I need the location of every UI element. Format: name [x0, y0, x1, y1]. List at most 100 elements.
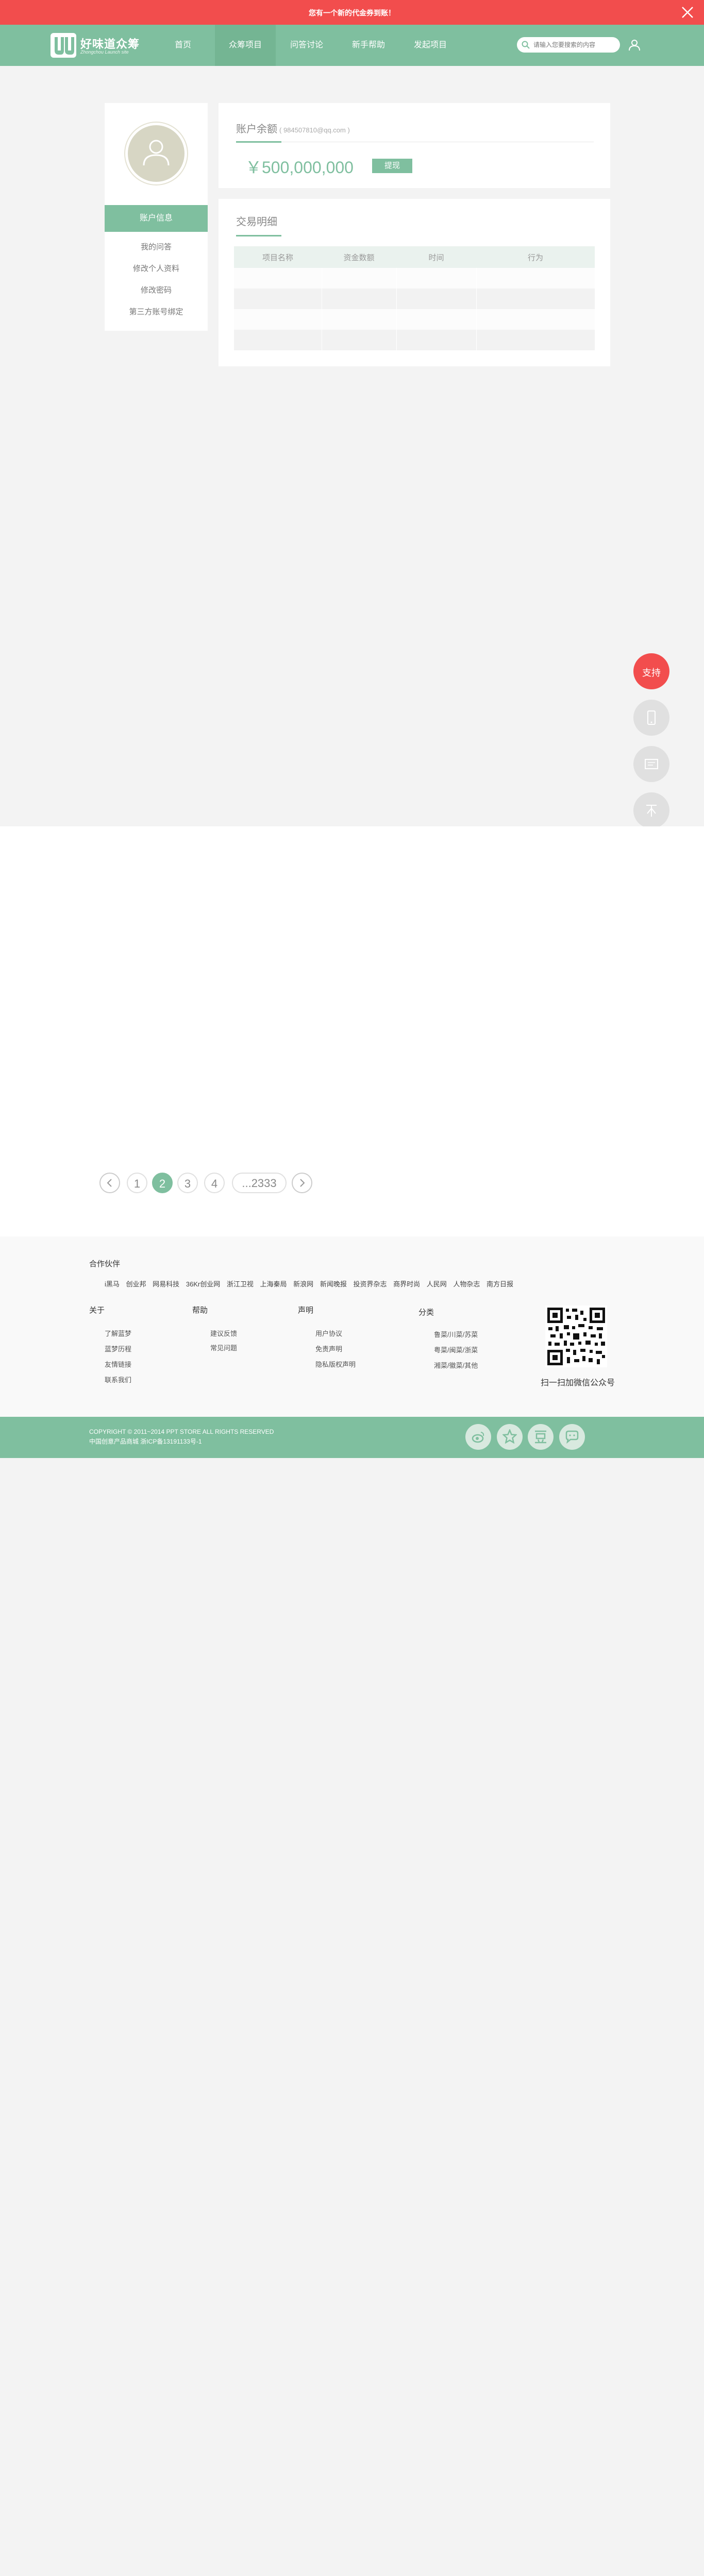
column-header: 时间: [396, 246, 476, 268]
table-cell: [322, 330, 397, 350]
partner-link[interactable]: 上海秦局: [260, 1280, 287, 1288]
nav-projects[interactable]: 众筹项目: [215, 25, 276, 66]
nav-qa[interactable]: 问答讨论: [276, 25, 337, 66]
column-header: 资金数额: [322, 246, 396, 268]
footer-link[interactable]: 免责声明: [315, 1344, 342, 1353]
footer-link[interactable]: 粤菜/闽菜/浙菜: [434, 1345, 478, 1354]
column-header: 行为: [476, 246, 595, 268]
phone-icon: [647, 710, 656, 725]
footer-link[interactable]: 隐私版权声明: [315, 1359, 356, 1369]
nav-launch[interactable]: 发起项目: [400, 25, 461, 66]
logo-mark-icon: [51, 33, 76, 58]
partner-link[interactable]: 商界时尚: [393, 1280, 420, 1288]
partner-link[interactable]: 人物杂志: [453, 1280, 480, 1288]
table-row: [234, 289, 595, 309]
partner-link[interactable]: i黑马: [105, 1280, 120, 1288]
table-cell: [234, 289, 322, 309]
partner-link[interactable]: 浙江卫视: [227, 1280, 254, 1288]
table-row: [234, 309, 595, 330]
next-page-button[interactable]: [292, 1173, 312, 1193]
nav-help[interactable]: 新手帮助: [338, 25, 399, 66]
partner-link[interactable]: 投资界杂志: [353, 1280, 387, 1288]
user-icon[interactable]: [628, 38, 641, 52]
partner-link[interactable]: 人民网: [427, 1280, 447, 1288]
banner-text: 您有一个新的代金券到账！: [309, 9, 395, 17]
title-underline: [236, 141, 281, 143]
page-2-current[interactable]: 2: [152, 1173, 173, 1193]
mobile-button[interactable]: [633, 700, 669, 736]
search-input[interactable]: [532, 40, 615, 50]
footer-link[interactable]: 建议反馈: [210, 1328, 237, 1338]
renren-glyph: [565, 1430, 579, 1444]
partners-title: 合作伙伴: [89, 1260, 121, 1268]
table-cell: [396, 330, 477, 350]
page-4[interactable]: 4: [204, 1173, 225, 1193]
search-box: [517, 37, 620, 53]
chevron-right-icon: [300, 1179, 305, 1187]
partner-link[interactable]: 创业邦: [126, 1280, 146, 1288]
footer-link[interactable]: 湘菜/徽菜/其他: [434, 1360, 478, 1370]
footer-col-about: 关于: [89, 1306, 105, 1315]
partner-link[interactable]: 南方日报: [487, 1280, 513, 1288]
footer-link[interactable]: 友情链接: [105, 1359, 131, 1369]
back-to-top-button[interactable]: [633, 792, 669, 828]
footer-col-help: 帮助: [192, 1306, 208, 1315]
page-3[interactable]: 3: [177, 1173, 198, 1193]
avatar-user-icon: [143, 140, 170, 166]
support-label: 支持: [642, 668, 661, 678]
footer-link[interactable]: 联系我们: [105, 1375, 131, 1384]
account-email: ( 984507810@qq.com ): [279, 126, 350, 134]
balance-amount: ￥500,000,000: [245, 158, 354, 177]
star-icon[interactable]: [497, 1424, 523, 1450]
table-cell: [396, 309, 477, 330]
message-icon: [645, 759, 658, 769]
icp-line: 中国创意产品商城 浙ICP备13191133号-1: [89, 1438, 202, 1445]
brand-subtitle: Zhongchou Launch site: [80, 49, 129, 55]
prev-page-button[interactable]: [99, 1173, 120, 1193]
partner-link[interactable]: 36Kr创业网: [186, 1280, 220, 1288]
balance-title: 账户余额: [236, 124, 277, 135]
navbar: 好味道众筹 Zhongchou Launch site 首页 众筹项目 问答讨论…: [0, 25, 704, 66]
table-cell: [322, 268, 397, 289]
page-more[interactable]: ...2333: [232, 1173, 287, 1193]
weibo-icon[interactable]: [465, 1424, 491, 1450]
chevron-left-icon: [107, 1179, 112, 1187]
footer-col-category: 分类: [418, 1308, 434, 1317]
partner-link[interactable]: 网易科技: [153, 1280, 179, 1288]
support-button[interactable]: 支持: [633, 653, 669, 689]
partners-list: i黑马 创业邦 网易科技 36Kr创业网 浙江卫视 上海秦局 新浪网 新闻晚报 …: [105, 1279, 518, 1289]
transactions-title: 交易明细: [236, 216, 277, 228]
sidebar-item-change-password[interactable]: 修改密码: [105, 284, 208, 295]
table-cell: [396, 268, 477, 289]
logo[interactable]: 好味道众筹 Zhongchou Launch site: [51, 33, 154, 59]
sidebar-item-third-party[interactable]: 第三方账号绑定: [105, 306, 208, 317]
search-icon[interactable]: [521, 40, 530, 49]
page-1[interactable]: 1: [127, 1173, 147, 1193]
notification-banner: 您有一个新的代金券到账！: [0, 0, 704, 25]
message-button[interactable]: [633, 746, 669, 782]
sidebar-item-account-info[interactable]: 账户信息: [105, 205, 208, 232]
footer-link[interactable]: 了解蓝梦: [105, 1328, 131, 1338]
copyright-line: COPYRIGHT © 2011~2014 PPT STORE ALL RIGH…: [89, 1428, 274, 1435]
transactions-panel: 交易明细 项目名称 资金数额 时间 行为: [219, 199, 610, 366]
table-cell: [396, 289, 477, 309]
avatar[interactable]: [125, 123, 187, 184]
sidebar-item-edit-profile[interactable]: 修改个人资料: [105, 263, 208, 274]
sidebar-item-my-qa[interactable]: 我的问答: [105, 241, 208, 252]
footer-link[interactable]: 常见问题: [210, 1343, 237, 1352]
close-icon[interactable]: [680, 5, 695, 20]
withdraw-button[interactable]: 提现: [372, 159, 412, 173]
partner-link[interactable]: 新浪网: [293, 1280, 313, 1288]
footer-link[interactable]: 鲁菜/川菜/苏菜: [434, 1329, 478, 1339]
table-row: [234, 330, 595, 350]
table-cell: [322, 309, 397, 330]
partner-link[interactable]: 新闻晚报: [320, 1280, 347, 1288]
douban-icon[interactable]: [528, 1424, 554, 1450]
column-header: 项目名称: [234, 246, 322, 268]
nav-home[interactable]: 首页: [153, 25, 213, 66]
weibo-glyph: [472, 1432, 484, 1443]
account-balance-panel: 账户余额( 984507810@qq.com ) ￥500,000,000 提现: [219, 103, 610, 188]
footer-link[interactable]: 蓝梦历程: [105, 1344, 131, 1353]
renren-icon[interactable]: [559, 1424, 585, 1450]
footer-link[interactable]: 用户协议: [315, 1328, 342, 1338]
